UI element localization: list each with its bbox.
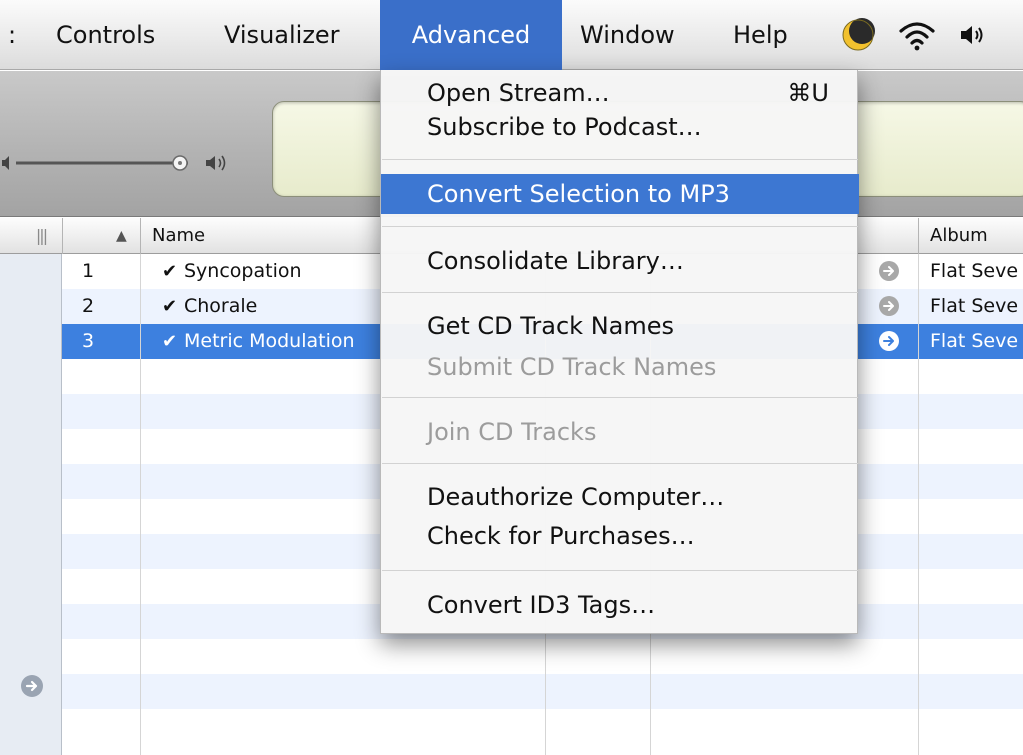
track-album: Flat Seve	[930, 295, 1019, 317]
track-album: Flat Seve	[930, 330, 1019, 352]
track-number: 1	[82, 260, 95, 282]
menu-item-deauthorize-computer[interactable]: Deauthorize Computer…	[381, 478, 859, 516]
volume-icon[interactable]	[953, 0, 993, 70]
wifi-icon[interactable]	[894, 0, 940, 70]
menu-help[interactable]: Help	[715, 0, 806, 70]
arrow-link-icon[interactable]	[878, 330, 900, 352]
track-number: 2	[82, 295, 95, 317]
sort-ascending-icon[interactable]: ▲	[116, 218, 127, 254]
empty-row	[62, 674, 1023, 709]
source-pane	[0, 254, 62, 755]
volume-low-icon	[2, 156, 9, 170]
menu-separator	[382, 292, 858, 293]
arrow-circle-icon[interactable]	[20, 674, 44, 698]
menu-separator	[382, 463, 858, 464]
track-checkbox[interactable]: ✔	[162, 324, 182, 359]
column-header-album[interactable]: Album	[930, 218, 988, 254]
menu-item-convert-selection[interactable]: Convert Selection to MP3	[381, 174, 859, 214]
track-number: 3	[82, 330, 95, 352]
arrow-link-icon[interactable]	[878, 295, 900, 317]
menu-item-submit-cd-track-names: Submit CD Track Names	[427, 353, 717, 381]
menu-separator	[382, 159, 858, 160]
eclipse-menu-icon[interactable]	[838, 0, 878, 70]
advanced-menu: Open Stream… ⌘U Subscribe to Podcast… Co…	[380, 70, 859, 634]
column-resize-handle[interactable]: |||	[20, 218, 62, 254]
menu-visualizer[interactable]: Visualizer	[206, 0, 358, 70]
menu-item-check-purchases[interactable]: Check for Purchases…	[381, 517, 859, 555]
volume-slider[interactable]	[0, 151, 260, 175]
menu-controls[interactable]: Controls	[38, 0, 173, 70]
menu-item-open-stream[interactable]: Open Stream… ⌘U	[381, 76, 859, 110]
menu-item-convert-id3-tags[interactable]: Convert ID3 Tags…	[381, 585, 859, 625]
menu-bar: : Controls Visualizer Advanced Window He…	[0, 0, 1023, 70]
shortcut-label: ⌘U	[787, 79, 829, 107]
volume-high-icon	[206, 156, 215, 170]
column-header-name[interactable]: Name	[152, 218, 205, 254]
menu-separator	[382, 226, 858, 227]
menu-item-get-cd-track-names[interactable]: Get CD Track Names	[381, 306, 859, 346]
menu-item-subscribe-podcast[interactable]: Subscribe to Podcast…	[381, 110, 859, 144]
menu-partial-item[interactable]: :	[8, 0, 16, 70]
menu-separator	[382, 397, 858, 398]
track-checkbox[interactable]: ✔	[162, 254, 182, 289]
arrow-link-icon[interactable]	[878, 260, 900, 282]
menu-item-consolidate-library[interactable]: Consolidate Library…	[381, 241, 859, 281]
menu-item-join-cd-tracks: Join CD Tracks	[427, 418, 597, 446]
menu-separator	[382, 570, 858, 571]
menu-advanced[interactable]: Advanced	[380, 0, 562, 70]
track-album: Flat Seve	[930, 260, 1019, 282]
menu-window[interactable]: Window	[562, 0, 693, 70]
track-checkbox[interactable]: ✔	[162, 289, 182, 324]
